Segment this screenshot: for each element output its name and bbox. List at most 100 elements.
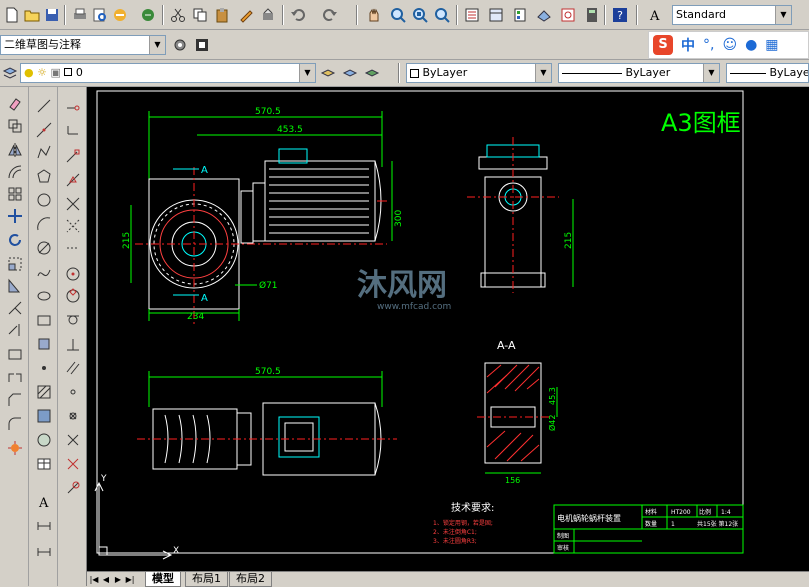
circle-icon[interactable] <box>33 189 55 211</box>
punctuation-icon[interactable]: °, <box>703 37 714 53</box>
next-tab-icon[interactable]: ▶ <box>113 574 123 585</box>
snap-node-icon[interactable] <box>62 405 84 427</box>
snap-perpendicular-icon[interactable] <box>62 333 84 355</box>
extend-icon[interactable] <box>4 319 26 341</box>
workspace-save-icon[interactable] <box>192 35 212 55</box>
copy-object-icon[interactable] <box>4 115 26 137</box>
make-layer-current-icon[interactable] <box>318 63 338 83</box>
temp-track-icon[interactable] <box>62 97 84 119</box>
snap-intersection-icon[interactable] <box>62 193 84 215</box>
point-icon[interactable] <box>33 357 55 379</box>
paste-icon[interactable] <box>212 5 232 25</box>
snap-nearest-icon[interactable] <box>62 429 84 451</box>
break-icon[interactable] <box>4 343 26 365</box>
osnap-settings-icon[interactable] <box>62 477 84 499</box>
snap-tangent-icon[interactable] <box>62 307 84 329</box>
construction-line-icon[interactable] <box>33 119 55 141</box>
rotate-icon[interactable] <box>4 229 26 251</box>
table-icon[interactable] <box>33 453 55 475</box>
snap-endpoint-icon[interactable] <box>62 145 84 167</box>
offset-icon[interactable] <box>4 161 26 183</box>
revcloud-icon[interactable] <box>33 237 55 259</box>
arc-icon[interactable] <box>33 213 55 235</box>
layer-manager-icon[interactable] <box>0 63 20 83</box>
cut-icon[interactable] <box>168 5 188 25</box>
pan-icon[interactable] <box>364 5 384 25</box>
help-icon[interactable]: ? <box>610 5 630 25</box>
publish-icon[interactable] <box>110 5 130 25</box>
calculator-icon[interactable] <box>582 5 602 25</box>
snap-none-icon[interactable] <box>62 453 84 475</box>
color-select[interactable]: ByLayer ▼ <box>406 63 552 83</box>
layer-select[interactable]: ● ☼ ▣ 0 ▼ <box>20 63 316 83</box>
insert-block-icon[interactable] <box>33 309 55 331</box>
ellipse-icon[interactable] <box>33 285 55 307</box>
explode-icon[interactable] <box>4 437 26 459</box>
mirror-icon[interactable] <box>4 139 26 161</box>
design-center-icon[interactable] <box>486 5 506 25</box>
undo-icon[interactable] <box>288 5 308 25</box>
last-tab-icon[interactable]: ▶| <box>125 574 135 585</box>
text-style-select[interactable]: Standard▼ <box>672 5 792 25</box>
redo-icon[interactable] <box>320 5 340 25</box>
snap-apparent-icon[interactable] <box>62 215 84 237</box>
polyline-icon[interactable] <box>33 141 55 163</box>
tool-palettes-icon[interactable] <box>510 5 530 25</box>
erase-icon[interactable] <box>4 93 26 115</box>
drawing-canvas[interactable]: A3图框 570.5 453.5 A A <box>87 87 809 571</box>
zoom-previous-icon[interactable] <box>432 5 452 25</box>
zoom-window-icon[interactable] <box>410 5 430 25</box>
first-tab-icon[interactable]: |◀ <box>89 574 99 585</box>
hatch-icon[interactable] <box>33 381 55 403</box>
spline-icon[interactable] <box>33 261 55 283</box>
line-icon[interactable] <box>33 95 55 117</box>
snap-extension-icon[interactable] <box>62 237 84 259</box>
block-editor-icon[interactable] <box>258 5 278 25</box>
markup-icon[interactable] <box>558 5 578 25</box>
open-file-icon[interactable] <box>22 5 42 25</box>
match-properties-icon[interactable] <box>236 5 256 25</box>
ime-mode-label[interactable]: 中 <box>681 35 695 55</box>
dimension-icon[interactable] <box>33 515 55 537</box>
voice-icon[interactable]: ● <box>745 37 757 53</box>
lineweight-select[interactable]: ByLayer <box>726 63 809 83</box>
sheet-set-icon[interactable] <box>534 5 554 25</box>
copy-icon[interactable] <box>190 5 210 25</box>
trim-icon[interactable] <box>4 297 26 319</box>
linetype-select[interactable]: ByLayer ▼ <box>558 63 720 83</box>
dimension-aligned-icon[interactable] <box>33 539 55 561</box>
move-icon[interactable] <box>4 205 26 227</box>
text-style-icon[interactable]: A <box>646 5 666 25</box>
region-icon[interactable] <box>33 429 55 451</box>
layer-previous-icon[interactable] <box>340 63 360 83</box>
new-file-icon[interactable] <box>2 5 22 25</box>
polygon-icon[interactable] <box>33 165 55 187</box>
snap-parallel-icon[interactable] <box>62 357 84 379</box>
plot-icon[interactable] <box>138 5 158 25</box>
tab-layout2[interactable]: 布局2 <box>229 572 272 587</box>
join-icon[interactable] <box>4 367 26 389</box>
gradient-icon[interactable] <box>33 405 55 427</box>
emoji-icon[interactable]: ☺ <box>722 37 737 53</box>
print-preview-icon[interactable] <box>90 5 110 25</box>
snap-quadrant-icon[interactable] <box>62 285 84 307</box>
snap-from-icon[interactable] <box>62 119 84 141</box>
save-icon[interactable] <box>42 5 62 25</box>
scale-icon[interactable] <box>4 253 26 275</box>
keyboard-icon[interactable]: ▦ <box>765 37 778 53</box>
properties-icon[interactable] <box>462 5 482 25</box>
layer-states-icon[interactable] <box>362 63 382 83</box>
chamfer-icon[interactable] <box>4 389 26 411</box>
snap-center-icon[interactable] <box>62 263 84 285</box>
workspace-select[interactable]: 二维草图与注释▼ <box>0 35 166 55</box>
workspace-settings-icon[interactable] <box>170 35 190 55</box>
tab-layout1[interactable]: 布局1 <box>185 572 228 587</box>
tab-model[interactable]: 模型 <box>145 572 181 587</box>
mtext-icon[interactable]: A <box>33 491 55 513</box>
zoom-realtime-icon[interactable] <box>388 5 408 25</box>
prev-tab-icon[interactable]: ◀ <box>101 574 111 585</box>
print-icon[interactable] <box>70 5 90 25</box>
make-block-icon[interactable] <box>33 333 55 355</box>
array-icon[interactable] <box>4 183 26 205</box>
stretch-icon[interactable] <box>4 275 26 297</box>
